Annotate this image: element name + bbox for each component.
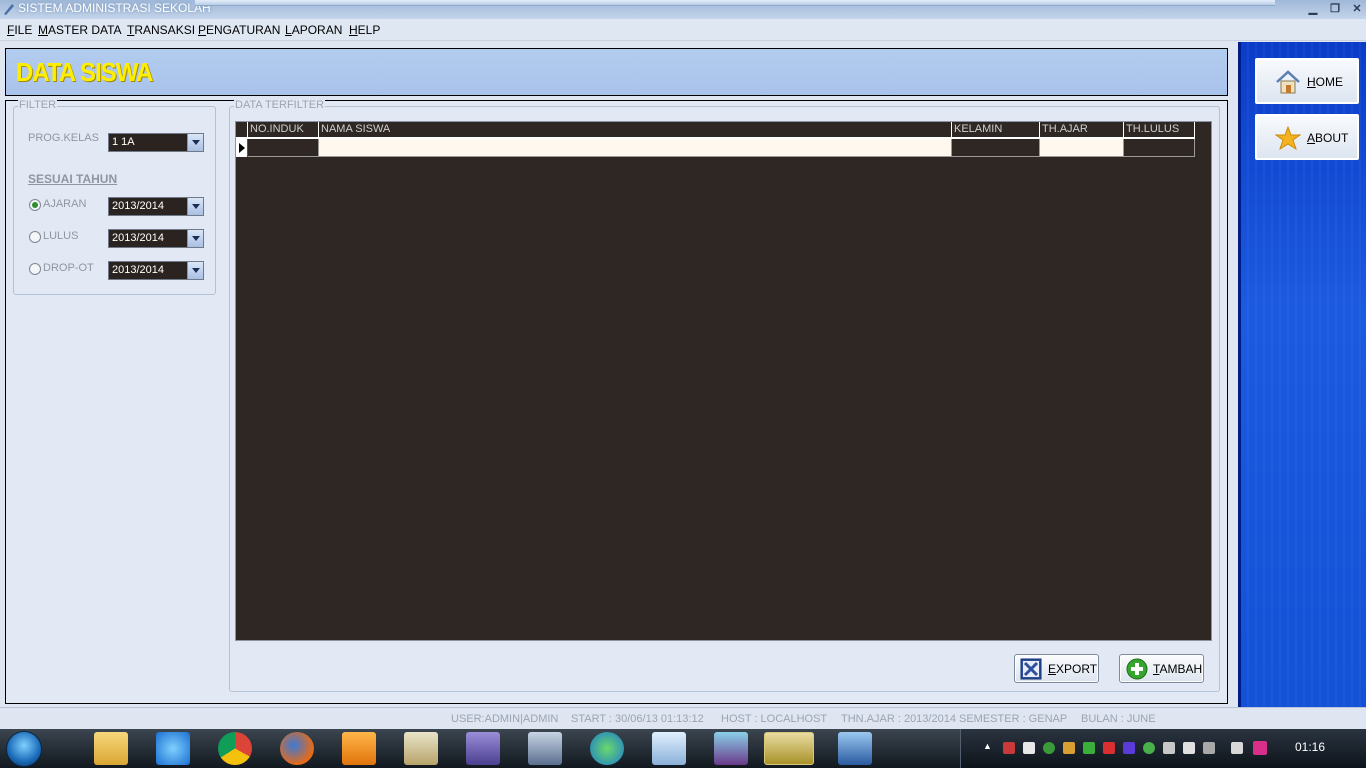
table-cell[interactable]	[1040, 139, 1124, 157]
media-player-icon[interactable]	[342, 732, 376, 765]
table-cell[interactable]	[1124, 139, 1195, 157]
tray-shield-icon[interactable]	[1103, 742, 1115, 754]
table-cell[interactable]	[952, 139, 1040, 157]
firefox-icon[interactable]	[280, 732, 314, 765]
chevron-down-icon[interactable]	[187, 230, 203, 247]
page-title: DATA SISWA	[16, 57, 153, 87]
menu-help[interactable]: HELP	[349, 23, 380, 37]
about-button[interactable]: ABOUT	[1255, 114, 1359, 160]
minimize-button[interactable]: ▁	[1302, 1, 1324, 17]
winrar-icon[interactable]	[714, 732, 748, 765]
status-bulan: BULAN : JUNE	[1081, 713, 1156, 725]
title-bar: SISTEM ADMINISTRASI SEKOLAH ▁ ❐ ✕	[0, 0, 1366, 19]
app-icon[interactable]	[838, 732, 872, 765]
media-classic-icon[interactable]	[764, 732, 814, 765]
start-button[interactable]	[6, 731, 42, 767]
menu-file[interactable]: FILE	[7, 23, 32, 37]
dropout-label: DROP-OT	[43, 262, 94, 274]
col-kelamin[interactable]: KELAMIN	[952, 122, 1040, 139]
clock[interactable]: 01:16	[1295, 740, 1325, 754]
table-cell[interactable]	[248, 139, 319, 157]
globe-icon[interactable]	[590, 732, 624, 765]
chevron-down-icon[interactable]	[187, 198, 203, 215]
col-nama-siswa[interactable]: NAMA SISWA	[319, 122, 952, 139]
tray-monitor-icon[interactable]	[1163, 742, 1175, 754]
chrome-icon[interactable]	[218, 732, 252, 765]
status-host: HOST : LOCALHOST	[721, 713, 828, 725]
dropout-radio[interactable]	[29, 263, 41, 275]
window-title: SISTEM ADMINISTRASI SEKOLAH	[18, 1, 211, 15]
status-tahun-ajar: THN.AJAR : 2013/2014 SEMESTER : GENAP	[841, 713, 1068, 725]
row-indicator-icon	[236, 139, 248, 157]
chevron-down-icon[interactable]	[187, 134, 203, 151]
tray-battery-icon[interactable]	[1203, 742, 1215, 754]
internet-explorer-icon[interactable]	[156, 732, 190, 765]
tray-flag-icon[interactable]	[1003, 742, 1015, 754]
show-hidden-icon[interactable]: ▲	[983, 741, 992, 753]
prog-kelas-select[interactable]: 1 1A	[108, 133, 204, 152]
dropout-select[interactable]: 2013/2014	[108, 261, 204, 280]
windows-explorer-icon[interactable]	[94, 732, 128, 765]
tray-update-icon[interactable]	[1083, 742, 1095, 754]
ajaran-select[interactable]: 2013/2014	[108, 197, 204, 216]
title-glass	[195, 0, 1275, 6]
ajaran-radio[interactable]	[29, 199, 41, 211]
status-user: USER:ADMIN|ADMIN	[451, 713, 559, 725]
lulus-label: LULUS	[43, 230, 79, 242]
excel-icon	[1020, 658, 1042, 680]
windows-icon[interactable]	[528, 732, 562, 765]
system-tray: ▲ 01:16	[960, 729, 1366, 768]
restore-button[interactable]: ❐	[1324, 1, 1346, 17]
plus-icon	[1126, 658, 1148, 680]
tray-check-icon[interactable]	[1023, 742, 1035, 754]
app-icon	[4, 3, 15, 15]
export-button[interactable]: EXPORT	[1014, 654, 1099, 683]
close-button[interactable]: ✕	[1346, 1, 1366, 17]
prog-kelas-label: PROG.KELAS	[28, 132, 99, 144]
menu-laporan[interactable]: LAPORAN	[285, 23, 342, 37]
volume-icon[interactable]	[1231, 742, 1243, 754]
star-icon	[1275, 126, 1301, 150]
home-button[interactable]: HOME	[1255, 58, 1359, 104]
lulus-radio[interactable]	[29, 231, 41, 243]
ajaran-label: AJARAN	[43, 198, 87, 210]
eraser-icon[interactable]	[652, 732, 686, 765]
notepad-icon[interactable]	[404, 732, 438, 765]
table-cell[interactable]	[319, 139, 952, 157]
col-th-lulus[interactable]: TH.LULUS	[1124, 122, 1195, 139]
presentation-icon[interactable]	[466, 732, 500, 765]
data-legend: DATA TERFILTER	[234, 99, 326, 111]
home-icon	[1276, 70, 1300, 94]
right-panel: HOME ABOUT	[1238, 42, 1366, 707]
data-grid[interactable]: NO.INDUK NAMA SISWA KELAMIN TH.AJAR TH.L…	[235, 121, 1212, 641]
status-bar: USER:ADMIN|ADMIN START : 30/06/13 01:13:…	[0, 707, 1366, 729]
tray-network-icon[interactable]	[1043, 742, 1055, 754]
tambah-button[interactable]: TAMBAH	[1119, 654, 1204, 683]
tray-s-icon[interactable]	[1253, 741, 1267, 755]
sesuai-tahun-label: SESUAI TAHUN	[28, 172, 118, 186]
menu-bar: FILE MASTER DATA TRANSAKSI PENGATURAN LA…	[0, 19, 1366, 41]
tray-bluetooth-icon[interactable]	[1123, 742, 1135, 754]
header-panel: DATA SISWA	[5, 48, 1228, 96]
lulus-select[interactable]: 2013/2014	[108, 229, 204, 248]
col-no-induk[interactable]: NO.INDUK	[248, 122, 319, 139]
grid-corner	[236, 122, 248, 139]
filter-legend: FILTER	[18, 99, 58, 111]
tray-status-icon[interactable]	[1143, 742, 1155, 754]
tray-audio-app-icon[interactable]	[1063, 742, 1075, 754]
menu-master-data[interactable]: MASTER DATA	[38, 23, 122, 37]
tray-device-icon[interactable]	[1183, 742, 1195, 754]
status-start: START : 30/06/13 01:13:12	[571, 713, 704, 725]
chevron-down-icon[interactable]	[187, 262, 203, 279]
taskbar: ▲ 01:16	[0, 729, 1366, 768]
menu-pengaturan[interactable]: PENGATURAN	[198, 23, 280, 37]
menu-transaksi[interactable]: TRANSAKSI	[127, 23, 195, 37]
col-th-ajar[interactable]: TH.AJAR	[1040, 122, 1124, 139]
